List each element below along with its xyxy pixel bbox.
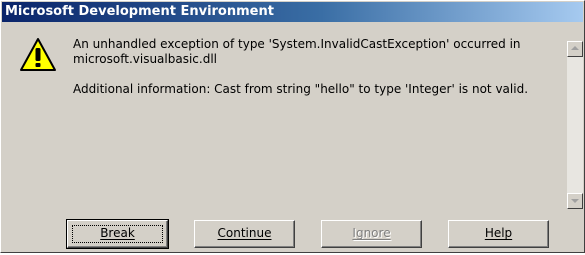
break-label: Break <box>100 226 135 240</box>
help-label: Help <box>484 226 513 240</box>
continue-button[interactable]: Continue <box>194 220 295 248</box>
arrow-up-icon <box>571 46 579 50</box>
dialog-title[interactable]: Microsoft Development Environment <box>2 2 583 22</box>
break-button[interactable]: Break <box>66 219 169 249</box>
arrow-down-icon <box>571 199 579 203</box>
continue-label: Continue <box>217 226 272 240</box>
help-button[interactable]: Help <box>448 220 549 248</box>
vertical-scrollbar[interactable] <box>567 41 583 209</box>
ignore-button[interactable]: Ignore <box>321 220 422 248</box>
scroll-up-button[interactable] <box>567 41 583 57</box>
additional-info: Additional information: Cast from string… <box>73 82 529 96</box>
message-line: An unhandled exception of type 'System.I… <box>73 37 521 51</box>
warning-icon <box>20 38 56 71</box>
scroll-down-button[interactable] <box>567 193 583 209</box>
message-text: An unhandled exception of type 'System.I… <box>73 37 553 207</box>
message-line: microsoft.visualbasic.dll <box>73 52 217 66</box>
exception-dialog: Microsoft Development Environment An unh… <box>0 0 585 253</box>
ignore-label: Ignore <box>352 226 391 240</box>
